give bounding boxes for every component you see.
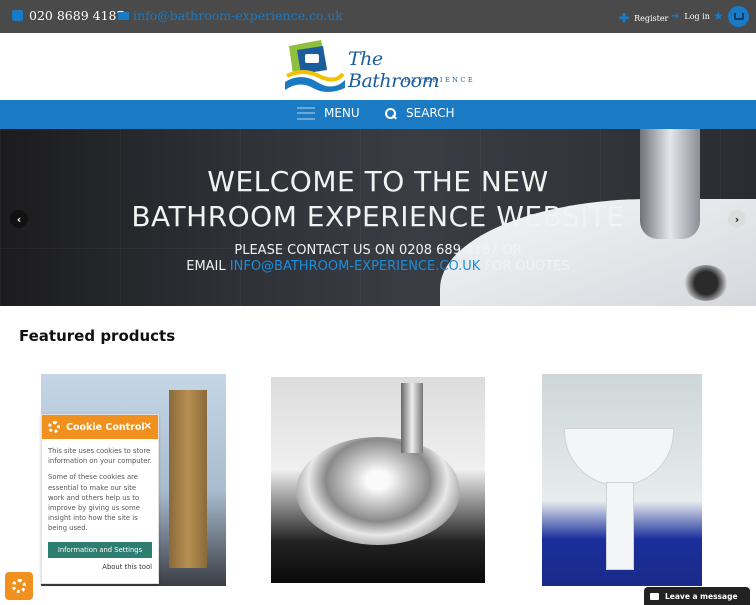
email-link[interactable]: info@bathroom-experience.co.uk [118, 8, 343, 23]
hero-contact-prefix: EMAIL [186, 259, 226, 274]
login-link[interactable]: ➔ Log in [671, 11, 710, 22]
cookie-title: Cookie Control [66, 421, 145, 433]
close-icon[interactable]: × [143, 419, 152, 432]
register-link[interactable]: ✚ Register [619, 11, 668, 25]
star-icon[interactable]: ★ [713, 9, 724, 23]
search-icon [385, 107, 396, 119]
cookie-text-1: This site uses cookies to store informat… [48, 447, 152, 466]
login-icon: ➔ [671, 11, 680, 22]
gear-icon [12, 579, 26, 593]
hero-slider: WELCOME TO THE NEW BATHROOM EXPERIENCE W… [0, 129, 756, 306]
cookie-text-2: Some of these cookies are essential to m… [48, 473, 140, 533]
basin-bowl-shape [296, 437, 460, 545]
sink-shape [564, 428, 674, 486]
cart-button[interactable] [728, 6, 749, 27]
phone-contact[interactable]: 020 8689 4187 [12, 8, 124, 23]
register-label: Register [634, 13, 669, 23]
arrow-right-icon[interactable]: › [728, 210, 746, 228]
chat-label: Leave a message [665, 591, 738, 601]
gear-icon [48, 421, 60, 433]
site-logo[interactable]: The Bathroom EXPERIENCE [283, 38, 478, 96]
phone-icon [12, 10, 23, 21]
phone-number: 020 8689 4187 [29, 8, 125, 23]
hero-contact-line2: EMAIL INFO@BATHROOM-EXPERIENCE.CO.UK FOR… [0, 259, 756, 274]
cookie-settings-button[interactable]: Information and Settings [48, 541, 152, 558]
product-image-pedestal-sink[interactable] [542, 374, 702, 586]
hero-contact-line1: PLEASE CONTACT US ON 0208 689 4187 OR [234, 243, 522, 258]
logo-title: The Bathroom [348, 48, 440, 92]
search-button[interactable]: SEARCH [385, 106, 455, 120]
main-nav: MENU SEARCH [0, 100, 756, 129]
basin-tap-shape [401, 383, 423, 453]
email-address: info@bathroom-experience.co.uk [133, 8, 343, 23]
arrow-left-icon[interactable]: ‹ [10, 210, 28, 228]
cookie-toggle-button[interactable] [5, 572, 33, 600]
logo-mark-icon [285, 40, 345, 92]
hero-contact-suffix: FOR QUOTES [484, 259, 570, 274]
featured-products-title: Featured products [19, 327, 176, 345]
mail-icon [118, 11, 129, 20]
header: The Bathroom EXPERIENCE [0, 33, 756, 100]
hamburger-icon [297, 106, 315, 120]
product-image-basin[interactable] [271, 377, 485, 583]
cookie-about-link[interactable]: About this tool [42, 563, 158, 571]
pedestal-shape [606, 482, 634, 570]
top-bar: 020 8689 4187 info@bathroom-experience.c… [0, 0, 756, 33]
plus-icon: ✚ [619, 11, 630, 25]
search-label: SEARCH [406, 106, 455, 120]
cookie-header: Cookie Control [42, 415, 158, 439]
chat-widget[interactable]: Leave a message [644, 587, 750, 605]
menu-label: MENU [324, 106, 360, 120]
logo-subtitle: EXPERIENCE [404, 76, 476, 84]
chat-icon [650, 592, 659, 600]
hero-headline-line2: BATHROOM EXPERIENCE WEBSITE [131, 200, 625, 233]
cookie-control-panel: Cookie Control × This site uses cookies … [41, 414, 159, 584]
menu-button[interactable]: MENU [297, 106, 360, 120]
hero-contact-email[interactable]: INFO@BATHROOM-EXPERIENCE.CO.UK [230, 259, 481, 274]
login-label: Log in [684, 12, 710, 21]
cabinet-shape [169, 390, 207, 568]
hero-headline-line1: WELCOME TO THE NEW [207, 165, 549, 198]
cart-icon [733, 13, 744, 20]
